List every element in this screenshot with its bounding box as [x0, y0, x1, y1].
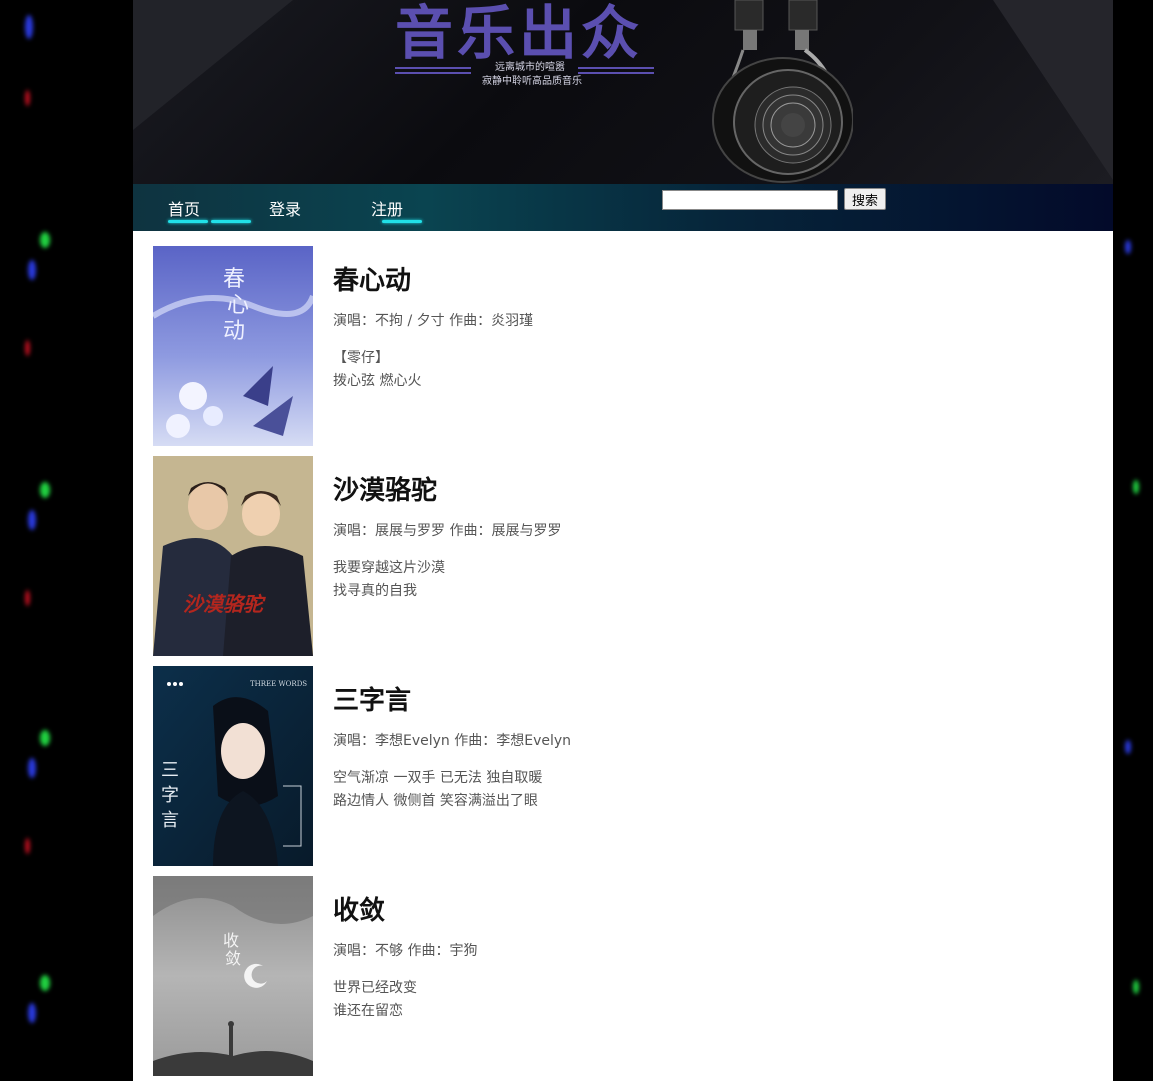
search-button[interactable]: 搜索: [844, 188, 886, 210]
nav-home-underline: [211, 220, 251, 223]
light-sparkle: [25, 90, 30, 106]
song-lyric: 路边情人 微侧首 笑容满溢出了眼: [333, 793, 538, 809]
banner-decoration: [993, 0, 1113, 180]
song-item: THREE WORDS 三字言 三字言 演唱：李想Evelyn 作曲：李想Eve…: [153, 666, 1093, 866]
light-sparkle: [28, 510, 36, 530]
nav-register-underline: [382, 220, 422, 223]
cover-text: 收敛: [223, 931, 241, 968]
light-sparkle: [25, 340, 30, 356]
light-sparkle: [40, 975, 50, 991]
nav-login-link[interactable]: 登录: [269, 196, 301, 220]
song-lyric: 空气渐凉 一双手 已无法 独自取暖: [333, 770, 543, 786]
banner-decoration: [133, 0, 293, 130]
song-meta: 演唱：不够 作曲：宇狗: [333, 943, 478, 959]
song-item: 沙漠骆驼 沙漠骆驼 演唱：展展与罗罗 作曲：展展与罗罗 我要穿越这片沙漠 找寻真…: [153, 456, 1093, 656]
nav-home-underline: [168, 220, 208, 223]
light-sparkle: [1133, 480, 1139, 494]
nav-bar: 首页 登录 注册 搜索: [133, 184, 1113, 231]
light-sparkle: [40, 232, 50, 248]
cover-text: 沙漠骆驼: [183, 592, 266, 616]
light-sparkle: [28, 1003, 36, 1023]
light-sparkle: [40, 730, 50, 746]
song-lyric: 世界已经改变: [333, 980, 417, 996]
light-sparkle: [28, 260, 36, 280]
song-cover[interactable]: THREE WORDS 三字言: [153, 666, 313, 866]
light-sparkle: [28, 758, 36, 778]
cover-text: 三字言: [161, 760, 179, 831]
song-meta: 演唱：不拘 / 夕寸 作曲：炎羽瑾: [333, 313, 534, 329]
headphone-image: [712, 0, 853, 183]
cover-image: 沙漠骆驼: [153, 456, 313, 656]
search-input[interactable]: [662, 190, 838, 210]
song-lyric: 找寻真的自我: [333, 583, 417, 599]
cover-image: THREE WORDS 三字言: [153, 666, 313, 866]
song-title[interactable]: 收敛: [333, 890, 385, 927]
light-sparkle: [1125, 740, 1131, 754]
cover-image: 收敛: [153, 876, 313, 1076]
nav-home-link[interactable]: 首页: [168, 196, 200, 220]
song-cover[interactable]: 沙漠骆驼: [153, 456, 313, 656]
banner-subtitle: 远离城市的喧嚣: [495, 62, 565, 73]
cover-text-en: THREE WORDS: [250, 680, 307, 688]
song-item: 春心动 春心动 演唱：不拘 / 夕寸 作曲：炎羽瑾 【零仔】 拨心弦 燃心火: [153, 246, 1093, 446]
banner-line: [578, 72, 654, 74]
light-sparkle: [1133, 980, 1139, 994]
song-lyric: 我要穿越这片沙漠: [333, 560, 445, 576]
song-cover[interactable]: 收敛: [153, 876, 313, 1076]
header-banner: 音乐出众 远离城市的喧嚣 寂静中聆听高品质音乐: [133, 0, 1113, 184]
song-title[interactable]: 三字言: [333, 680, 411, 717]
main-container: 音乐出众 远离城市的喧嚣 寂静中聆听高品质音乐 首页 登录 注册 搜索 春心动 …: [133, 0, 1113, 1081]
song-meta: 演唱：李想Evelyn 作曲：李想Evelyn: [333, 733, 572, 749]
cover-image: 春心动: [153, 246, 313, 446]
song-cover[interactable]: 春心动: [153, 246, 313, 446]
banner-line: [395, 72, 471, 74]
song-title[interactable]: 沙漠骆驼: [333, 470, 437, 507]
light-sparkle: [25, 590, 30, 606]
song-title[interactable]: 春心动: [333, 260, 411, 297]
light-sparkle: [25, 838, 30, 854]
background-right: [1113, 0, 1153, 1081]
banner-line: [578, 67, 654, 69]
song-item: 收敛 收敛 演唱：不够 作曲：宇狗 世界已经改变 谁还在留恋: [153, 876, 1093, 1076]
song-lyric: 谁还在留恋: [333, 1003, 403, 1019]
light-sparkle: [1125, 240, 1131, 254]
nav-register-link[interactable]: 注册: [371, 196, 403, 220]
banner-subtitle: 寂静中聆听高品质音乐: [482, 76, 582, 87]
banner-line: [395, 67, 471, 69]
background-left: [0, 0, 133, 1081]
song-meta: 演唱：展展与罗罗 作曲：展展与罗罗: [333, 523, 562, 539]
light-sparkle: [25, 15, 33, 39]
light-sparkle: [40, 482, 50, 498]
song-lyric: 【零仔】: [333, 350, 389, 366]
song-lyric: 拨心弦 燃心火: [333, 373, 422, 389]
